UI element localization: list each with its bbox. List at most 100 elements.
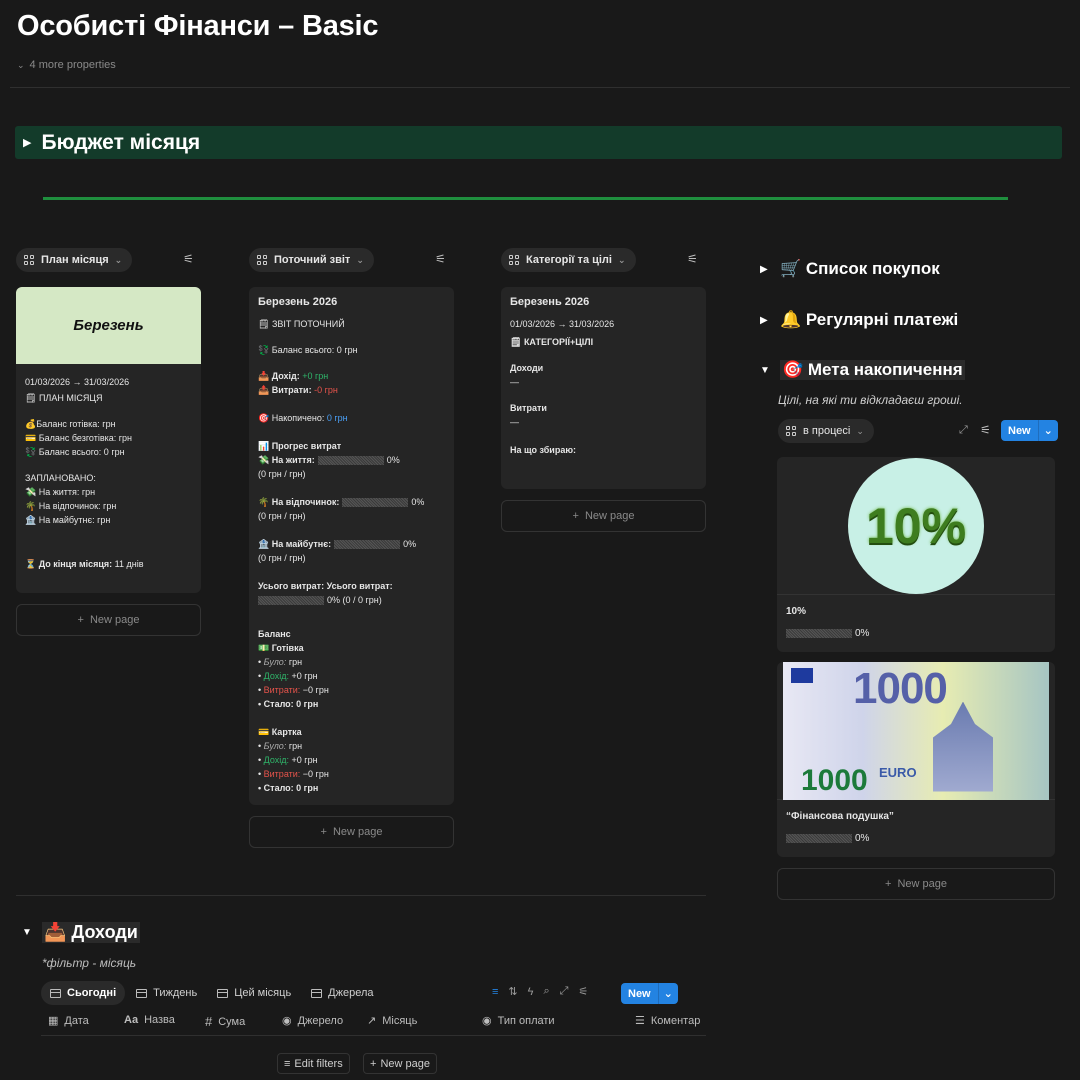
- report-card[interactable]: Березень 2026 🗒 ЗВІТ ПОТОЧНИЙ 💱 Баланс в…: [249, 287, 454, 805]
- date-range: 01/03/2026 → 31/03/2026: [25, 377, 130, 387]
- income-toolbar: ≡ ⇅ ϟ ⌕ ⤢ ⚟: [492, 985, 588, 998]
- column-name[interactable]: Aa Назва: [124, 1014, 175, 1026]
- column-payment-type[interactable]: ◉ Тип оплати: [482, 1014, 555, 1028]
- number-icon: #: [205, 1014, 213, 1029]
- new-page-button[interactable]: + New page: [16, 604, 201, 636]
- tab-today[interactable]: Сьогодні: [41, 981, 126, 1005]
- goal-card[interactable]: 1000 1000 EURO “Фінансова подушка” 0%: [777, 662, 1055, 857]
- chevron-down-icon: ⌄: [856, 425, 864, 436]
- rest-progress: 🌴 На відпочинок: 0%: [258, 497, 425, 508]
- filter-icon: ≡: [284, 1057, 291, 1070]
- plan-header: 🗒 ПЛАН МІСЯЦЯ: [25, 393, 103, 403]
- goal-progress: 0%: [786, 627, 1046, 641]
- card-expense: • Витрати: −0 грн: [258, 769, 329, 779]
- expand-icon[interactable]: ⤢: [560, 985, 569, 998]
- planned-label: ЗАПЛАНОВАНО:: [25, 473, 96, 483]
- column-source[interactable]: ◉ Джерело: [282, 1014, 343, 1028]
- divider: [16, 895, 706, 896]
- new-button[interactable]: New ⌄: [621, 983, 678, 1004]
- cash-was: • Було: грн: [258, 657, 303, 667]
- life-sub: (0 грн / грн): [258, 469, 306, 479]
- rest-sub: (0 грн / грн): [258, 511, 306, 521]
- view-plan-month[interactable]: План місяця ⌄: [16, 248, 133, 272]
- column-comment[interactable]: ☰ Коментар: [635, 1014, 700, 1028]
- goal-card[interactable]: 10% 10% 0%: [777, 457, 1055, 652]
- future-sub: (0 грн / грн): [258, 553, 306, 563]
- settings-sliders-icon[interactable]: ⚟: [578, 985, 588, 998]
- chevron-down-icon: ⌄: [114, 254, 123, 265]
- income-toggle[interactable]: ▼ 📥 Доходи: [22, 922, 140, 943]
- settings-sliders-icon[interactable]: ⚟: [183, 252, 194, 266]
- more-properties-label: 4 more properties: [29, 59, 116, 71]
- new-page-button[interactable]: + New page: [363, 1053, 437, 1074]
- banknote-value: 1000: [801, 763, 868, 797]
- chevron-down-icon[interactable]: ⌄: [1037, 420, 1058, 441]
- view-categories-goals[interactable]: Категорії та цілі ⌄: [501, 248, 636, 272]
- new-button[interactable]: New ⌄: [1001, 420, 1058, 441]
- banknote-value: 1000: [853, 663, 948, 713]
- tab-week[interactable]: Тиждень: [127, 981, 206, 1005]
- progress-bar: [786, 833, 852, 843]
- new-page-button[interactable]: + New page: [501, 500, 706, 532]
- relation-icon: ↗: [367, 1015, 377, 1027]
- green-divider: [43, 197, 1008, 200]
- column-sum[interactable]: # Сума: [205, 1014, 245, 1029]
- progress-label: 📊 Прогрес витрат: [258, 441, 342, 451]
- chevron-down-icon[interactable]: ⌄: [657, 983, 678, 1004]
- savings-goal-toggle[interactable]: ▼ 🎯 Мета накопичення: [760, 360, 965, 380]
- total-progress: 0% (0 / 0 грн): [258, 593, 445, 607]
- filter-icon[interactable]: ≡: [492, 986, 498, 998]
- expand-icon[interactable]: ⤢: [959, 424, 968, 437]
- progress-bar: [342, 498, 409, 508]
- new-page-button[interactable]: + New page: [777, 868, 1055, 900]
- gallery-icon: [509, 254, 520, 266]
- sort-icon[interactable]: ⇅: [508, 985, 517, 998]
- table-icon: [136, 988, 148, 998]
- regular-payments-toggle[interactable]: ▶ 🔔 Регулярні платежі: [760, 310, 958, 330]
- search-icon[interactable]: ⌕: [543, 985, 549, 998]
- edit-filters-button[interactable]: ≡ Edit filters: [277, 1053, 350, 1074]
- dash: —: [510, 417, 519, 427]
- plan-card[interactable]: Березень 01/03/2026 → 31/03/2026 🗒 ПЛАН …: [16, 287, 201, 593]
- eu-flag-icon: [791, 667, 813, 683]
- gallery-icon: [257, 254, 268, 266]
- future-progress: 🏦 На майбутнє: 0%: [258, 539, 417, 550]
- gallery-icon: [786, 425, 797, 437]
- tab-sources[interactable]: Джерела: [302, 981, 382, 1005]
- dash: —: [510, 377, 519, 387]
- plan-cover: Березень: [16, 287, 201, 364]
- income-tabs: Сьогодні Тиждень Цей місяць Джерела: [41, 981, 383, 1005]
- life-progress: 💸 На життя: 0%: [258, 455, 400, 466]
- categories-card[interactable]: Березень 2026 01/03/2026 → 31/03/2026 🗒 …: [501, 287, 706, 489]
- shopping-list-toggle[interactable]: ▶ 🛒 Список покупок: [760, 259, 940, 279]
- settings-sliders-icon[interactable]: ⚟: [435, 252, 446, 266]
- goal-cover: 10%: [777, 457, 1055, 595]
- toggle-triangle-icon: ▶: [760, 314, 768, 326]
- expenses-label: Витрати: [510, 403, 547, 413]
- goal-cover: 1000 1000 EURO: [777, 662, 1055, 800]
- automation-icon[interactable]: ϟ: [528, 986, 534, 998]
- settings-sliders-icon[interactable]: ⚟: [687, 252, 698, 266]
- column-month[interactable]: ↗ Місяць: [367, 1014, 417, 1028]
- card-was: • Було: грн: [258, 741, 303, 751]
- view-current-report[interactable]: Поточний звіт ⌄: [249, 248, 374, 272]
- planned-line: 🌴 На відпочинок: грн: [25, 501, 117, 511]
- income-line: 📥 Дохід: +0 грн: [258, 371, 329, 381]
- page-title: Особисті Фінанси – Basic: [17, 10, 379, 42]
- toggle-triangle-icon[interactable]: ▶: [23, 136, 31, 149]
- settings-sliders-icon[interactable]: ⚟: [980, 423, 991, 437]
- new-page-button[interactable]: + New page: [249, 816, 454, 848]
- text-icon: Aa: [124, 1014, 139, 1026]
- tab-this-month[interactable]: Цей місяць: [208, 981, 300, 1005]
- filter-in-progress[interactable]: в процесі ⌄: [778, 419, 874, 443]
- budget-callout[interactable]: ▶ Бюджет місяця: [15, 126, 1062, 159]
- calendar-icon: ▦: [48, 1015, 59, 1027]
- report-header: 🗒 ЗВІТ ПОТОЧНИЙ: [258, 319, 345, 329]
- more-properties-toggle[interactable]: ⌄ 4 more properties: [17, 59, 116, 71]
- goal-name: 10%: [786, 606, 807, 617]
- column-date[interactable]: ▦ Дата: [48, 1014, 89, 1028]
- progress-bar: [786, 628, 852, 638]
- percent-image: 10%: [848, 457, 984, 594]
- divider: [10, 87, 1070, 88]
- expense-line: 📤 Витрати: -0 грн: [258, 385, 338, 395]
